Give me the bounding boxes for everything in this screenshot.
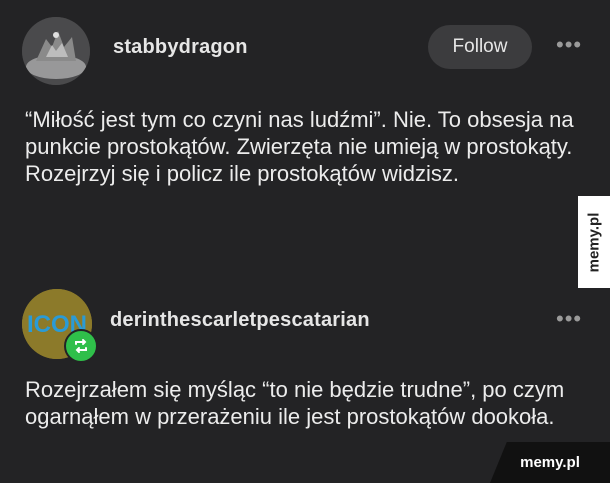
more-options-icon[interactable]: ••• (556, 308, 582, 330)
watermark-bottom: memy.pl (490, 442, 610, 483)
username[interactable]: derinthescarletpescatarian (110, 309, 370, 332)
username[interactable]: stabbydragon (113, 36, 248, 59)
reblog-icon (64, 329, 98, 363)
avatar[interactable] (22, 17, 90, 85)
follow-button[interactable]: Follow (428, 25, 532, 69)
post-stabbydragon: stabbydragon Follow ••• “Miłość jest tym… (0, 0, 610, 284)
post-text: Rozejrzałem się myśląc “to nie będzie tr… (25, 377, 565, 429)
avatar-dragon-image (22, 17, 90, 85)
more-options-icon[interactable]: ••• (556, 34, 582, 56)
watermark-side-text: memy.pl (585, 212, 603, 272)
post-text: “Miłość jest tym co czyni nas ludźmi”. N… (25, 107, 574, 186)
watermark-side: memy.pl (578, 196, 610, 288)
